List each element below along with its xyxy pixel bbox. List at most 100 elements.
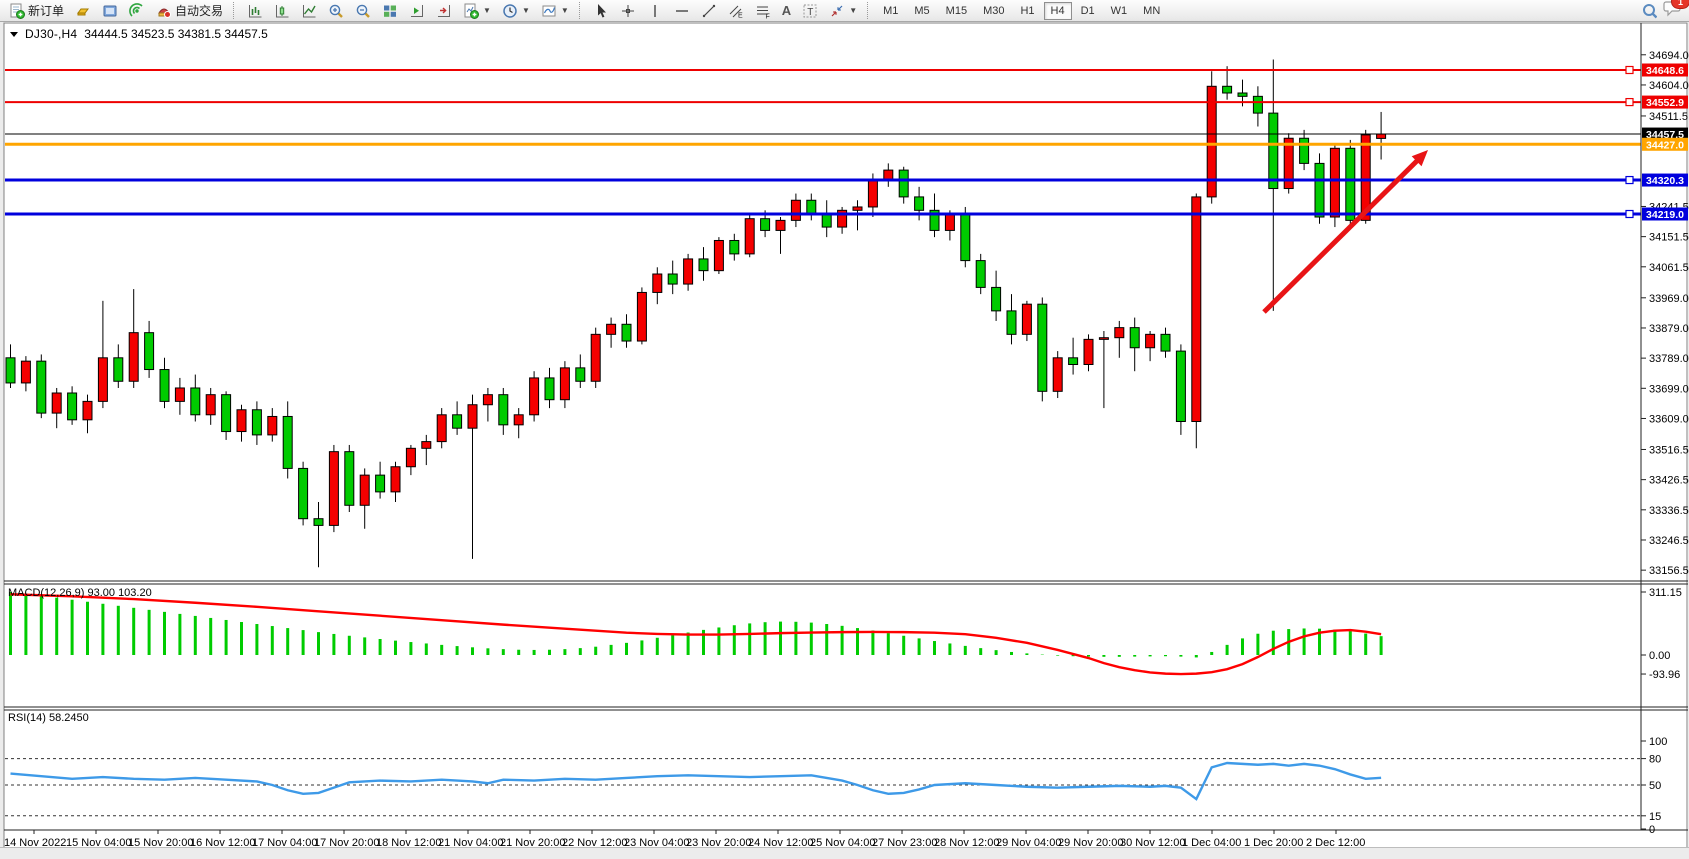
signals-icon[interactable]: [124, 2, 150, 20]
rsi-name: RSI(14): [8, 712, 46, 724]
line-handle-marker[interactable]: [1626, 177, 1633, 184]
candle: [730, 240, 739, 253]
candle: [360, 475, 369, 505]
rsi-tick-label: 0: [1649, 824, 1655, 836]
candle: [1069, 358, 1078, 365]
price-tick-label: 34604.0: [1649, 80, 1689, 92]
candle: [283, 416, 292, 468]
candle: [437, 415, 446, 442]
timeframe-button-H1[interactable]: H1: [1013, 2, 1041, 20]
candle: [1130, 328, 1139, 348]
candlestick-chart-icon[interactable]: [269, 2, 295, 20]
timeframe-button-W1[interactable]: W1: [1104, 2, 1135, 20]
timeframe-button-M5[interactable]: M5: [907, 2, 936, 20]
candle: [545, 378, 554, 400]
indicators-button[interactable]: ▼: [458, 0, 496, 22]
candle: [345, 452, 354, 506]
svg-text:F: F: [765, 13, 769, 19]
arrows-button[interactable]: ▼: [824, 0, 862, 22]
candle: [499, 395, 508, 425]
candle: [622, 324, 631, 341]
candle: [530, 378, 539, 415]
candle: [776, 220, 785, 230]
candle: [1346, 148, 1355, 220]
crosshair-icon[interactable]: [615, 2, 641, 20]
candle: [453, 415, 462, 428]
quotes-icon[interactable]: [70, 2, 96, 20]
line-chart-icon[interactable]: [296, 2, 322, 20]
zoom-out-icon[interactable]: [350, 2, 376, 20]
rsi-tick-label: 80: [1649, 754, 1661, 766]
templates-button[interactable]: ▼: [536, 0, 574, 22]
mt4-window: 新订单 自动交易: [0, 0, 1689, 859]
toolbar-right: 1: [1641, 0, 1685, 22]
candle: [114, 358, 123, 381]
timeframe-button-D1[interactable]: D1: [1074, 2, 1102, 20]
periods-button[interactable]: ▼: [497, 0, 535, 22]
candle: [391, 467, 400, 492]
candle: [745, 219, 754, 254]
candle: [175, 388, 184, 401]
bar-chart-icon[interactable]: [242, 2, 268, 20]
price-badge-label: 34427.0: [1646, 139, 1684, 151]
candle: [314, 519, 323, 526]
vertical-line-icon[interactable]: [642, 2, 668, 20]
search-icon[interactable]: [1641, 3, 1657, 19]
cursor-icon[interactable]: [588, 2, 614, 20]
candle: [1022, 304, 1031, 334]
new-order-button[interactable]: 新订单: [4, 0, 69, 22]
tile-windows-icon[interactable]: [377, 2, 403, 20]
rsi-label: RSI(14) 58.2450: [8, 712, 89, 724]
notification-count-badge: 1: [1671, 0, 1689, 9]
price-tick-label: 33246.5: [1649, 535, 1689, 547]
navigator-icon[interactable]: [97, 2, 123, 20]
timeframe-button-M1[interactable]: M1: [876, 2, 905, 20]
macd-tick-label: 311.15: [1649, 587, 1682, 599]
chevron-down-icon: ▼: [561, 6, 569, 15]
chart-symbol-period: DJ30-,H4: [25, 27, 77, 41]
candle: [807, 200, 816, 213]
line-handle-marker[interactable]: [1626, 67, 1633, 74]
candle: [422, 442, 431, 449]
new-order-icon: [9, 3, 25, 19]
symbol-dropdown-icon[interactable]: [10, 32, 18, 37]
chart-shift-icon[interactable]: [431, 2, 457, 20]
timeframe-button-H4[interactable]: H4: [1044, 2, 1072, 20]
candle: [637, 292, 646, 341]
chart-ohlc-values: 34444.5 34523.5 34381.5 34457.5: [84, 27, 268, 41]
timeframe-button-M30[interactable]: M30: [976, 2, 1011, 20]
price-tick-label: 34151.5: [1649, 232, 1689, 244]
horizontal-line-icon[interactable]: [669, 2, 695, 20]
text-icon[interactable]: A: [777, 0, 796, 22]
price-tick-label: 33969.0: [1649, 293, 1689, 305]
price-tick-label: 34061.5: [1649, 262, 1689, 274]
candle: [1176, 351, 1185, 421]
fibonacci-icon[interactable]: F: [750, 2, 776, 20]
trendline-icon[interactable]: [696, 2, 722, 20]
line-handle-marker[interactable]: [1626, 211, 1633, 218]
equidistant-channel-icon[interactable]: E: [723, 2, 749, 20]
text-label-icon[interactable]: T: [797, 2, 823, 20]
candle: [1007, 311, 1016, 334]
candle: [222, 395, 231, 432]
candle: [1099, 338, 1108, 340]
candle: [1192, 197, 1201, 422]
new-order-label: 新订单: [28, 2, 64, 19]
timeframe-button-MN[interactable]: MN: [1136, 2, 1167, 20]
candle: [945, 214, 954, 231]
notifications-button[interactable]: 1: [1663, 0, 1683, 22]
line-handle-marker[interactable]: [1626, 99, 1633, 106]
chart-canvas[interactable]: 34694.034604.034511.534241.534151.534061…: [0, 22, 1689, 848]
candle: [376, 475, 385, 492]
auto-scroll-icon[interactable]: [404, 2, 430, 20]
candle: [1238, 93, 1247, 96]
candle: [1300, 138, 1309, 163]
price-tick-label: 34694.0: [1649, 50, 1689, 62]
zoom-in-icon[interactable]: [323, 2, 349, 20]
timeframe-button-M15[interactable]: M15: [939, 2, 974, 20]
toolbar: 新订单 自动交易: [0, 0, 1689, 22]
chevron-down-icon: ▼: [483, 6, 491, 15]
auto-trading-button[interactable]: 自动交易: [151, 0, 228, 22]
toolbar-grip: [867, 2, 871, 19]
candle: [1315, 163, 1324, 217]
